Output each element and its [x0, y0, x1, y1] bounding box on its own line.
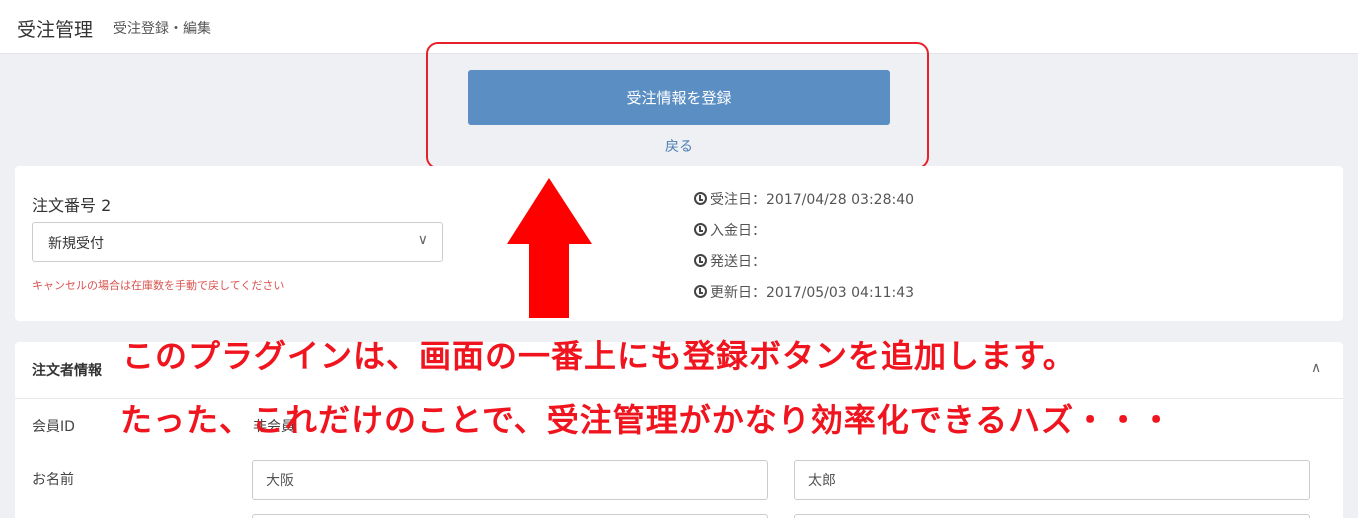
member-id-label: 会員ID [32, 419, 75, 435]
order-date-row: 受注日：2017/04/28 03:28:40 [694, 183, 914, 214]
clock-icon [694, 223, 707, 236]
annotation-line-2: たった、これだけのことで、受注管理がかなり効率化できるハズ・・・ [120, 401, 1174, 439]
back-link: 戻る [0, 136, 1358, 156]
chevron-down-icon: ∨ [417, 232, 428, 248]
updated-date-text: 更新日：2017/05/03 04:11:43 [710, 284, 915, 301]
page-subtitle: 受注登録・編集 [113, 21, 211, 37]
clock-icon [694, 254, 707, 267]
back-link-text[interactable]: 戻る [665, 139, 693, 155]
order-dates: 受注日：2017/04/28 03:28:40 入金日： 発送日： 更新日：20… [694, 183, 914, 307]
page-title: 受注管理 [17, 19, 94, 41]
payment-date-text: 入金日： [710, 222, 766, 239]
order-status-select[interactable]: 新規受付 ∨ [32, 222, 443, 262]
order-number: 注文番号 2 [32, 196, 112, 215]
last-name-input[interactable] [252, 460, 768, 500]
kana-first-name-input[interactable] [794, 514, 1310, 518]
shipping-date-text: 発送日： [710, 253, 766, 270]
chevron-up-icon[interactable]: ∧ [1311, 360, 1321, 376]
register-order-button[interactable]: 受注情報を登録 [468, 70, 890, 125]
clock-icon [694, 192, 707, 205]
order-status-value: 新規受付 [48, 236, 104, 252]
first-name-input[interactable] [794, 460, 1310, 500]
kana-last-name-input[interactable] [252, 514, 768, 518]
customer-section-title: 注文者情報 [32, 363, 102, 379]
updated-date-row: 更新日：2017/05/03 04:11:43 [694, 276, 914, 307]
clock-icon [694, 285, 707, 298]
shipping-date-row: 発送日： [694, 245, 914, 276]
name-label: お名前 [32, 472, 74, 488]
annotation-line-1: このプラグインは、画面の一番上にも登録ボタンを追加します。 [122, 337, 1076, 375]
up-arrow-annotation [507, 178, 592, 318]
order-date-text: 受注日：2017/04/28 03:28:40 [710, 191, 915, 208]
payment-date-row: 入金日： [694, 214, 914, 245]
cancel-note: キャンセルの場合は在庫数を手動で戻してください [32, 279, 285, 292]
